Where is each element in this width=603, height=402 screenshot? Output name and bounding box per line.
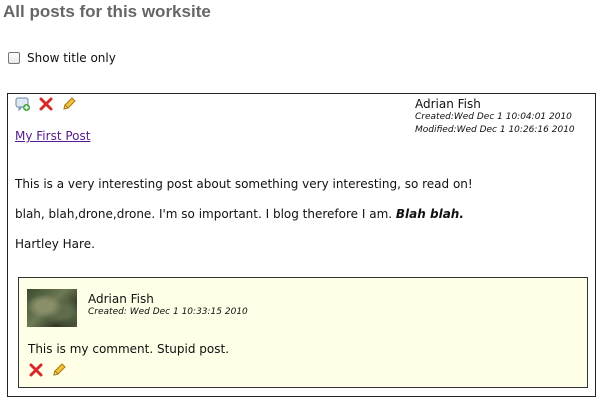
comment-created: Created: Wed Dec 1 10:33:15 2010 (88, 307, 248, 317)
post-created: Created:Wed Dec 1 10:04:01 2010 (415, 112, 572, 122)
avatar (27, 289, 77, 327)
show-title-only-label: Show title only (27, 51, 116, 65)
post-paragraph-3: Hartley Hare. (15, 237, 95, 251)
page-title: All posts for this worksite (3, 2, 211, 21)
delete-x-icon[interactable] (28, 362, 44, 378)
comment-author: Adrian Fish (88, 292, 154, 306)
show-title-only-toggle[interactable]: Show title only (8, 51, 116, 65)
post-author-block: Adrian Fish Created:Wed Dec 1 10:04:01 2… (415, 97, 587, 137)
post-author: Adrian Fish (415, 97, 481, 111)
post-title-link[interactable]: My First Post (15, 129, 90, 143)
show-title-only-checkbox[interactable] (8, 52, 20, 64)
post-paragraph-2: blah, blah,drone,drone. I'm so important… (15, 207, 464, 221)
add-comment-icon[interactable] (15, 96, 31, 112)
post-paragraph-1: This is a very interesting post about so… (15, 177, 473, 191)
edit-pencil-icon[interactable] (51, 362, 67, 378)
edit-pencil-icon[interactable] (61, 96, 77, 112)
comment-text: This is my comment. Stupid post. (28, 342, 230, 356)
post-paragraph-2-emphasis: Blah blah. (395, 207, 464, 221)
comment-actions (28, 362, 67, 378)
blog-post: Adrian Fish Created:Wed Dec 1 10:04:01 2… (7, 93, 596, 397)
post-actions (15, 96, 77, 112)
post-paragraph-2-text: blah, blah,drone,drone. I'm so important… (15, 207, 393, 221)
post-modified: Modified:Wed Dec 1 10:26:16 2010 (415, 125, 575, 135)
delete-x-icon[interactable] (38, 96, 54, 112)
comment: Adrian Fish Created: Wed Dec 1 10:33:15 … (18, 277, 588, 388)
